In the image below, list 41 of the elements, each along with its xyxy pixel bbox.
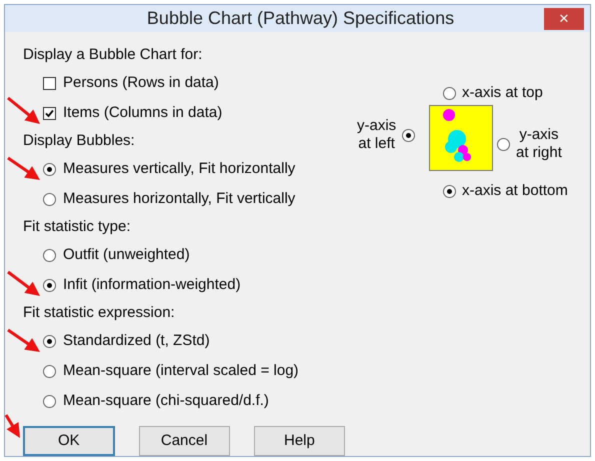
option-label: Mean-square (interval scaled = log) [63, 360, 299, 381]
window-title: Bubble Chart (Pathway) Specifications [146, 7, 454, 30]
dialog-button[interactable]: OK [23, 426, 115, 456]
close-button[interactable]: ✕ [544, 8, 584, 30]
radio-button[interactable] [443, 184, 456, 198]
annotation-arrow [7, 96, 40, 124]
radio-button[interactable] [43, 248, 56, 262]
radio-button[interactable] [43, 192, 56, 206]
option-label: Standardized (t, ZStd) [63, 330, 210, 351]
option-label: Measures vertically, Fit horizontally [63, 158, 296, 179]
radio-button[interactable] [43, 394, 56, 408]
axis-option-label: x-axis at bottom [462, 181, 568, 201]
option-label: Persons (Rows in data) [63, 72, 219, 93]
radio-button[interactable] [402, 128, 416, 142]
section-heading: Fit statistic type: [23, 216, 132, 237]
dialog-button[interactable]: Cancel [138, 426, 230, 456]
annotation-arrow [7, 270, 40, 296]
annotation-arrow [7, 156, 40, 180]
annotation-arrow [4, 414, 20, 438]
bubble-chart-drawing [429, 105, 493, 171]
axis-option-label: y-axis at left [357, 117, 396, 153]
option-label: Measures horizontally, Fit vertically [63, 188, 296, 209]
option-label: Infit (information-weighted) [63, 274, 241, 295]
axis-option-label: y-axis at right [516, 126, 562, 162]
section-heading: Display Bubbles: [23, 130, 136, 151]
option-label: Mean-square (chi-squared/d.f.) [63, 390, 269, 411]
checkbox[interactable] [43, 106, 56, 120]
section-heading: Display a Bubble Chart for: [23, 44, 204, 65]
axis-option-label: x-axis at top [462, 83, 543, 103]
section-heading: Fit statistic expression: [23, 302, 176, 323]
option-label: Items (Columns in data) [63, 102, 222, 123]
annotation-arrow [7, 328, 40, 352]
option-label: Outfit (unweighted) [63, 244, 190, 265]
dialog-button[interactable]: Help [254, 426, 346, 456]
radio-button[interactable] [43, 334, 56, 348]
radio-button[interactable] [443, 86, 456, 100]
radio-button[interactable] [497, 138, 510, 150]
radio-button[interactable] [43, 162, 56, 176]
radio-button[interactable] [43, 364, 56, 378]
radio-button[interactable] [43, 278, 56, 292]
checkbox[interactable] [43, 76, 56, 90]
